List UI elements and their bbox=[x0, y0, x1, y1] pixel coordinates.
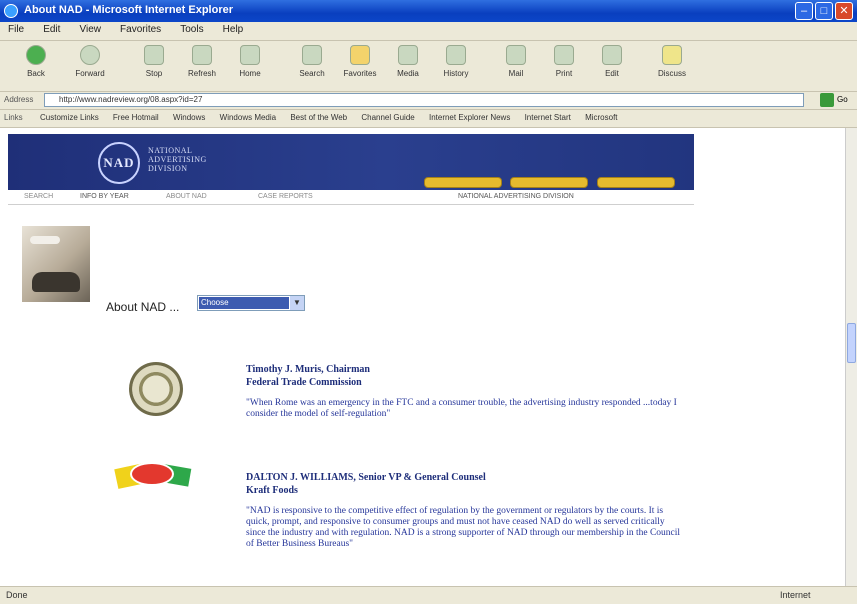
about-label: About NAD ... bbox=[106, 300, 180, 314]
discuss-icon bbox=[662, 45, 682, 65]
address-label: Address bbox=[4, 95, 34, 104]
minimize-button[interactable]: – bbox=[795, 2, 813, 20]
menu-file[interactable]: File bbox=[0, 22, 32, 35]
media-button[interactable]: Media bbox=[386, 45, 430, 78]
status-text: Done bbox=[6, 590, 28, 600]
nav-button-3[interactable] bbox=[597, 177, 675, 188]
quote-organization: Kraft Foods bbox=[246, 485, 298, 496]
section-label: NATIONAL ADVERTISING DIVISION bbox=[458, 193, 574, 200]
search-icon bbox=[302, 45, 322, 65]
sub-navigation: SEARCH INFO BY YEAR ABOUT NAD CASE REPOR… bbox=[8, 190, 694, 205]
link-internet-start[interactable]: Internet Start bbox=[525, 113, 571, 122]
quote-author: Timothy J. Muris, Chairman bbox=[246, 364, 370, 375]
link-channel-guide[interactable]: Channel Guide bbox=[361, 113, 414, 122]
search-button[interactable]: Search bbox=[290, 45, 334, 78]
link-windows[interactable]: Windows bbox=[173, 113, 205, 122]
favorites-button[interactable]: Favorites bbox=[338, 45, 382, 78]
subnav-about-nad[interactable]: ABOUT NAD bbox=[166, 193, 207, 200]
link-best-of-web[interactable]: Best of the Web bbox=[290, 113, 347, 122]
nav-button-1[interactable] bbox=[424, 177, 502, 188]
link-ie-news[interactable]: Internet Explorer News bbox=[429, 113, 510, 122]
subnav-search[interactable]: SEARCH bbox=[24, 193, 53, 200]
vertical-scrollbar[interactable] bbox=[845, 128, 857, 586]
menu-bar: File Edit View Favorites Tools Help bbox=[0, 22, 857, 41]
refresh-icon bbox=[192, 45, 212, 65]
home-button[interactable]: Home bbox=[228, 45, 272, 78]
ie-icon bbox=[4, 4, 18, 18]
edit-icon bbox=[602, 45, 622, 65]
links-label: Links bbox=[4, 113, 23, 122]
menu-favorites[interactable]: Favorites bbox=[112, 22, 169, 35]
title-bar: About NAD - Microsoft Internet Explorer … bbox=[0, 0, 857, 22]
menu-help[interactable]: Help bbox=[215, 22, 252, 35]
discuss-button[interactable]: Discuss bbox=[650, 45, 694, 78]
mail-button[interactable]: Mail bbox=[494, 45, 538, 78]
kraft-logo-image bbox=[112, 458, 196, 492]
media-icon bbox=[398, 45, 418, 65]
history-icon bbox=[446, 45, 466, 65]
link-customize-links[interactable]: Customize Links bbox=[40, 113, 99, 122]
nav-button-2[interactable] bbox=[510, 177, 588, 188]
ftc-seal-image bbox=[129, 362, 183, 416]
quote-text: "When Rome was an emergency in the FTC a… bbox=[246, 398, 677, 419]
close-button[interactable]: ✕ bbox=[835, 2, 853, 20]
quote-text: "NAD is responsive to the competitive ef… bbox=[246, 506, 681, 549]
scrollbar-thumb[interactable] bbox=[847, 323, 856, 363]
address-bar: Address http://www.nadreview.org/08.aspx… bbox=[0, 92, 857, 110]
home-icon bbox=[240, 45, 260, 65]
window-controls: – □ ✕ bbox=[795, 2, 853, 20]
chevron-down-icon[interactable]: ▼ bbox=[290, 296, 304, 310]
address-field[interactable]: http://www.nadreview.org/08.aspx?id=27 bbox=[44, 93, 804, 107]
maximize-button[interactable]: □ bbox=[815, 2, 833, 20]
back-icon bbox=[26, 45, 46, 65]
status-bar: Done Internet bbox=[0, 586, 857, 604]
stop-icon bbox=[144, 45, 164, 65]
go-icon[interactable] bbox=[820, 93, 834, 107]
forward-icon bbox=[80, 45, 100, 65]
menu-view[interactable]: View bbox=[71, 22, 109, 35]
go-label[interactable]: Go bbox=[837, 95, 848, 104]
subnav-case-reports[interactable]: CASE REPORTS bbox=[258, 193, 313, 200]
zone-text: Internet bbox=[780, 590, 811, 600]
logo-text: NATIONAL ADVERTISING DIVISION bbox=[148, 146, 207, 173]
quote-author: DALTON J. WILLIAMS, Senior VP & General … bbox=[246, 472, 486, 483]
print-button[interactable]: Print bbox=[542, 45, 586, 78]
about-dropdown-value: Choose bbox=[199, 297, 289, 309]
quote-organization: Federal Trade Commission bbox=[246, 377, 362, 388]
link-microsoft[interactable]: Microsoft bbox=[585, 113, 617, 122]
edit-button[interactable]: Edit bbox=[590, 45, 634, 78]
about-dropdown[interactable]: Choose ▼ bbox=[197, 295, 305, 311]
history-button[interactable]: History bbox=[434, 45, 478, 78]
toolbar: Back Forward Stop Refresh Home Search Fa… bbox=[0, 41, 857, 92]
mail-icon bbox=[506, 45, 526, 65]
links-bar: Links Customize Links Free Hotmail Windo… bbox=[0, 110, 857, 128]
refresh-button[interactable]: Refresh bbox=[180, 45, 224, 78]
link-free-hotmail[interactable]: Free Hotmail bbox=[113, 113, 159, 122]
quote-muris: Timothy J. Muris, Chairman Federal Trade… bbox=[246, 364, 686, 420]
menu-tools[interactable]: Tools bbox=[172, 22, 211, 35]
quote-kraft: DALTON J. WILLIAMS, Senior VP & General … bbox=[246, 472, 686, 550]
site-banner: NAD NATIONAL ADVERTISING DIVISION bbox=[8, 134, 694, 190]
window-title: About NAD - Microsoft Internet Explorer bbox=[24, 4, 234, 16]
print-icon bbox=[554, 45, 574, 65]
subnav-info-by-year[interactable]: INFO BY YEAR bbox=[80, 193, 129, 200]
favorites-icon bbox=[350, 45, 370, 65]
link-windows-media[interactable]: Windows Media bbox=[220, 113, 276, 122]
forward-button[interactable]: Forward bbox=[68, 45, 112, 78]
links-items: Customize Links Free Hotmail Windows Win… bbox=[40, 113, 630, 122]
stop-button[interactable]: Stop bbox=[132, 45, 176, 78]
page-content: NAD NATIONAL ADVERTISING DIVISION SEARCH… bbox=[0, 128, 845, 586]
nad-logo[interactable]: NAD bbox=[98, 142, 140, 184]
hero-image bbox=[22, 226, 90, 302]
back-button[interactable]: Back bbox=[14, 45, 58, 78]
menu-edit[interactable]: Edit bbox=[35, 22, 68, 35]
